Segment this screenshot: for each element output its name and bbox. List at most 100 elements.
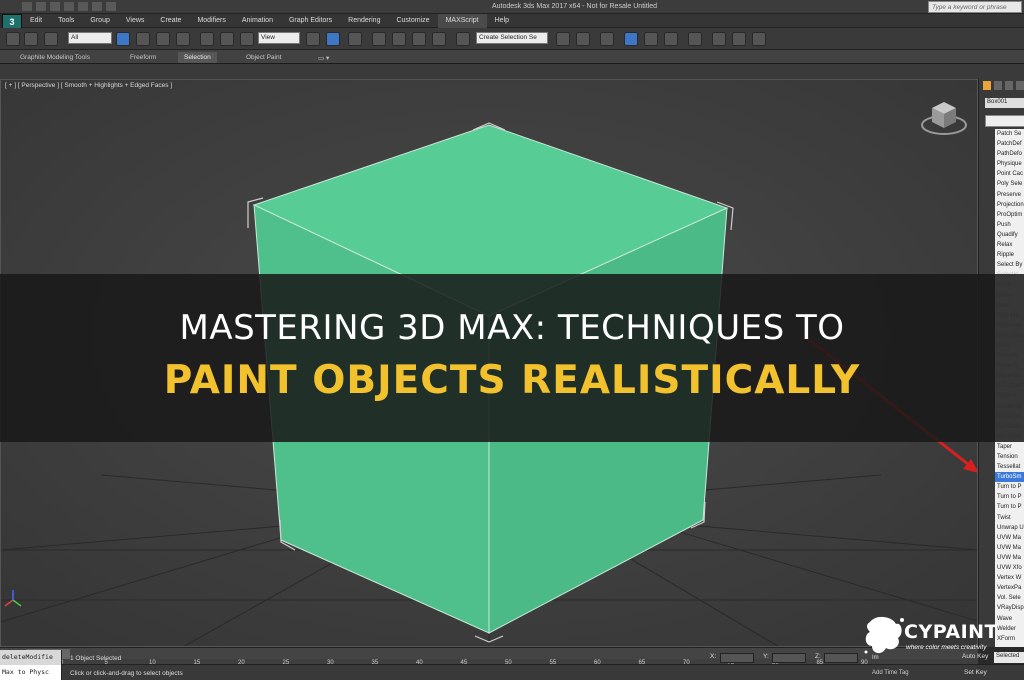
modifier-list-item[interactable]: UVW Ma: [995, 533, 1024, 543]
new-file-icon[interactable]: [22, 2, 32, 11]
project-folder-icon[interactable]: [92, 2, 102, 11]
menu-graph-editors[interactable]: Graph Editors: [281, 14, 340, 28]
tab-graphite-modeling-tools[interactable]: Graphite Modeling Tools: [14, 52, 96, 63]
modifier-list-item[interactable]: Turn to P: [995, 482, 1024, 492]
modifier-list-item[interactable]: Unwrap U: [995, 523, 1024, 533]
modifier-list-item[interactable]: Turn to P: [995, 492, 1024, 502]
redo-icon[interactable]: [78, 2, 88, 11]
save-file-icon[interactable]: [50, 2, 60, 11]
maxscript-input-line[interactable]: Max to Physc: [0, 665, 61, 680]
modifier-list-item[interactable]: TurboSm: [995, 472, 1024, 483]
menu-rendering[interactable]: Rendering: [340, 14, 388, 28]
select-and-link-icon[interactable]: [6, 32, 20, 46]
select-and-move-icon[interactable]: [200, 32, 214, 46]
snaps-toggle-icon[interactable]: [372, 32, 386, 46]
angle-snap-icon[interactable]: [392, 32, 406, 46]
set-key-button[interactable]: Set Key: [964, 669, 987, 676]
render-setup-icon[interactable]: [712, 32, 726, 46]
menu-create[interactable]: Create: [152, 14, 189, 28]
named-selection-dropdown[interactable]: Create Selection Se: [476, 32, 548, 44]
select-manipulate-icon[interactable]: [326, 32, 340, 46]
modifier-list-item[interactable]: UVW Ma: [995, 543, 1024, 553]
open-file-icon[interactable]: [36, 2, 46, 11]
maxscript-output-line[interactable]: deleteModifie: [0, 650, 61, 665]
material-editor-icon[interactable]: [688, 32, 702, 46]
menu-views[interactable]: Views: [118, 14, 153, 28]
layer-manager-icon[interactable]: [600, 32, 614, 46]
add-time-tag-button[interactable]: Add Time Tag: [872, 670, 909, 676]
modifier-list-dropdown[interactable]: [985, 115, 1024, 127]
modifier-list-item[interactable]: Turn to P: [995, 502, 1024, 512]
rectangular-selection-icon[interactable]: [156, 32, 170, 46]
percent-snap-icon[interactable]: [412, 32, 426, 46]
modifier-list-item[interactable]: Tension: [995, 452, 1024, 462]
schematic-view-icon[interactable]: [664, 32, 678, 46]
curve-editor-icon[interactable]: [644, 32, 658, 46]
menu-modifiers[interactable]: Modifiers: [189, 14, 233, 28]
menu-maxscript[interactable]: MAXScript: [437, 14, 487, 28]
modifier-list-item[interactable]: Push: [995, 220, 1024, 230]
z-coordinate-field[interactable]: [824, 653, 858, 663]
window-crossing-icon[interactable]: [176, 32, 190, 46]
tab-freeform[interactable]: Freeform: [124, 52, 162, 63]
align-icon[interactable]: [576, 32, 590, 46]
viewport-label[interactable]: [ + ] [ Perspective ] [ Smooth + Highlig…: [5, 82, 172, 89]
y-coordinate-field[interactable]: [772, 653, 806, 663]
modifier-list-item[interactable]: Taper: [995, 442, 1024, 452]
reference-coordinate-dropdown[interactable]: View: [258, 32, 300, 44]
modify-tab-icon[interactable]: [994, 81, 1002, 90]
pivot-center-icon[interactable]: [306, 32, 320, 46]
ribbon-toggle-icon[interactable]: [624, 32, 638, 46]
modifier-list-item[interactable]: Preserve: [995, 190, 1024, 200]
tab-object-paint[interactable]: Object Paint: [240, 52, 287, 63]
modifier-list-item[interactable]: Physique: [995, 159, 1024, 169]
select-by-name-icon[interactable]: [136, 32, 150, 46]
undo-icon[interactable]: [64, 2, 74, 11]
modifier-list-item[interactable]: Patch Se: [995, 129, 1024, 139]
modifier-list-item[interactable]: Ripple: [995, 250, 1024, 260]
x-coordinate-field[interactable]: [720, 653, 754, 663]
bind-space-warp-icon[interactable]: [44, 32, 58, 46]
modifier-list-item[interactable]: PathDefo: [995, 149, 1024, 159]
select-object-icon[interactable]: [116, 32, 130, 46]
modifier-list-item[interactable]: VertexPa: [995, 583, 1024, 593]
motion-tab-icon[interactable]: [1016, 81, 1024, 90]
modifier-list-item[interactable]: Quadify: [995, 230, 1024, 240]
modifier-list-item[interactable]: UVW Xfo: [995, 563, 1024, 573]
modifier-list-item[interactable]: Point Cac: [995, 169, 1024, 179]
menu-tools[interactable]: Tools: [50, 14, 82, 28]
modifier-list-item[interactable]: Tessellat: [995, 462, 1024, 472]
mirror-icon[interactable]: [556, 32, 570, 46]
hierarchy-tab-icon[interactable]: [1005, 81, 1013, 90]
modifier-list-item[interactable]: Projection: [995, 200, 1024, 210]
keyboard-shortcut-override-icon[interactable]: [348, 32, 362, 46]
rendered-frame-window-icon[interactable]: [732, 32, 746, 46]
modifier-list-item[interactable]: Vertex W: [995, 573, 1024, 583]
spinner-snap-icon[interactable]: [432, 32, 446, 46]
search-input[interactable]: Type a keyword or phrase: [928, 1, 1022, 13]
modifier-list-item[interactable]: UVW Ma: [995, 553, 1024, 563]
menu-group[interactable]: Group: [82, 14, 117, 28]
tab-selection[interactable]: Selection: [178, 52, 217, 63]
menu-edit[interactable]: Edit: [22, 14, 50, 28]
menu-animation[interactable]: Animation: [234, 14, 281, 28]
menu-customize[interactable]: Customize: [388, 14, 437, 28]
edit-named-selection-icon[interactable]: [456, 32, 470, 46]
modifier-list-item[interactable]: Poly Sele: [995, 179, 1024, 189]
select-and-scale-icon[interactable]: [240, 32, 254, 46]
workspace-icon[interactable]: [106, 2, 116, 11]
modifier-list-item[interactable]: PatchDef: [995, 139, 1024, 149]
modifier-list-item[interactable]: Relax: [995, 240, 1024, 250]
modifier-list-item[interactable]: Twist: [995, 513, 1024, 523]
ribbon-options-icon[interactable]: ▭ ▾: [312, 52, 335, 63]
modifier-list-item[interactable]: Vol. Sele: [995, 593, 1024, 603]
menu-help[interactable]: Help: [487, 14, 517, 28]
object-name-field[interactable]: Box001: [985, 98, 1024, 108]
selection-filter-dropdown[interactable]: All: [68, 32, 112, 44]
unlink-selection-icon[interactable]: [24, 32, 38, 46]
create-tab-icon[interactable]: [983, 81, 991, 90]
select-and-rotate-icon[interactable]: [220, 32, 234, 46]
maxscript-mini-listener[interactable]: deleteModifie Max to Physc: [0, 650, 62, 680]
modifier-list-item[interactable]: ProOptim: [995, 210, 1024, 220]
render-production-icon[interactable]: [752, 32, 766, 46]
